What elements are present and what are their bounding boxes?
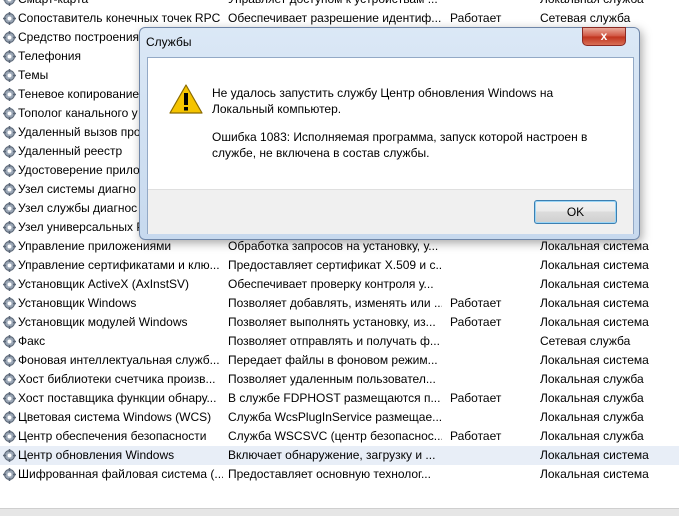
service-name: Установщик модулей Windows [18,313,223,332]
service-row[interactable]: Смарт-карта Управляет доступом к устройст… [0,0,679,9]
service-logon: Локальная служба [540,370,679,389]
service-row[interactable]: Центр обновления Windows Включает обнаруж… [0,446,679,465]
service-logon: Локальная система [540,446,679,465]
gear-icon [3,240,16,253]
service-logon: Локальная система [540,313,679,332]
error-message: Не удалось запустить службу Центр обновл… [212,85,612,117]
service-name: Центр обеспечения безопасности [18,427,223,446]
error-dialog: Службы x Не удалось запустить службу Цен… [139,27,640,240]
service-name: Центр обновления Windows [18,446,223,465]
service-description: Предоставляет основную технолог... [228,465,442,484]
service-description: Включает обнаружение, загрузку и ... [228,446,442,465]
service-logon: Локальная система [540,256,679,275]
service-description: Передает файлы в фоновом режим... [228,351,442,370]
gear-icon [3,31,16,44]
service-logon: Локальная система [540,294,679,313]
message-area: Не удалось запустить службу Центр обновл… [148,58,633,189]
ok-button[interactable]: OK [534,200,617,224]
service-logon: Локальная система [540,351,679,370]
service-row[interactable]: Факс Позволяет отправлять и получать ф...… [0,332,679,351]
service-description: Позволяет выполнять установку, из... [228,313,442,332]
service-row[interactable]: Установщик модулей Windows Позволяет выпо… [0,313,679,332]
gear-icon [3,183,16,196]
service-row[interactable]: Шифрованная файловая система (... Предост… [0,465,679,484]
service-status: Работает [450,294,532,313]
service-status: Работает [450,389,532,408]
gear-icon [3,468,16,481]
service-row[interactable]: Управление сертификатами и клю... Предост… [0,256,679,275]
gear-icon [3,354,16,367]
service-row[interactable]: Цветовая система Windows (WCS) Служба Wcs… [0,408,679,427]
service-row[interactable]: Установщик ActiveX (AxInstSV) Обеспечивае… [0,275,679,294]
service-logon: Сетевая служба [540,9,679,28]
gear-icon [3,107,16,120]
service-name: Хост поставщика функции обнару... [18,389,223,408]
gear-icon [3,145,16,158]
service-description: Позволяет добавлять, изменять или ... [228,294,442,313]
gear-icon [3,202,16,215]
service-logon: Локальная система [540,465,679,484]
service-description: В службе FDPHOST размещаются п... [228,389,442,408]
service-name: Установщик Windows [18,294,223,313]
service-row[interactable]: Центр обеспечения безопасности Служба WSC… [0,427,679,446]
service-description: Обеспечивает разрешение идентиф... [228,9,442,28]
service-description: Позволяет отправлять и получать ф... [228,332,442,351]
gear-icon [3,316,16,329]
service-description: Служба WcsPlugInService размещае... [228,408,442,427]
service-description: Управляет доступом к устройствам ... [228,0,442,9]
service-row[interactable]: Хост библиотеки счетчика произв... Позвол… [0,370,679,389]
service-status: Работает [450,9,532,28]
dialog-title: Службы [146,35,191,49]
gear-icon [3,0,16,6]
gear-icon [3,278,16,291]
close-button[interactable]: x [582,27,626,46]
gear-icon [3,430,16,443]
service-name: Управление сертификатами и клю... [18,256,223,275]
gear-icon [3,12,16,25]
service-name: Фоновая интеллектуальная служб... [18,351,223,370]
service-name: Сопоставитель конечных точек RPC [18,9,223,28]
service-name: Цветовая система Windows (WCS) [18,408,223,427]
gear-icon [3,373,16,386]
service-name: Смарт-карта [18,0,223,9]
gear-icon [3,297,16,310]
gear-icon [3,126,16,139]
gear-icon [3,449,16,462]
service-name: Шифрованная файловая система (... [18,465,223,484]
gear-icon [3,69,16,82]
service-logon: Локальная служба [540,389,679,408]
service-status: Работает [450,427,532,446]
service-name: Факс [18,332,223,351]
service-description: Служба WSCSVC (центр безопаснос... [228,427,442,446]
service-row[interactable]: Установщик Windows Позволяет добавлять, и… [0,294,679,313]
service-logon: Локальная служба [540,408,679,427]
gear-icon [3,392,16,405]
service-description: Позволяет удаленным пользовател... [228,370,442,389]
gear-icon [3,88,16,101]
dialog-body: Не удалось запустить службу Центр обновл… [147,57,634,234]
service-row[interactable]: Хост поставщика функции обнару... В служб… [0,389,679,408]
gear-icon [3,335,16,348]
service-status: Работает [450,313,532,332]
warning-icon [169,84,203,114]
service-name: Установщик ActiveX (AxInstSV) [18,275,223,294]
service-row[interactable]: Сопоставитель конечных точек RPC Обеспечи… [0,9,679,28]
gear-icon [3,164,16,177]
service-logon: Локальная служба [540,427,679,446]
button-area: OK [148,189,633,234]
service-logon: Локальная система [540,275,679,294]
service-row[interactable]: Фоновая интеллектуальная служб... Передае… [0,351,679,370]
service-description: Обеспечивает проверку контроля у... [228,275,442,294]
gear-icon [3,411,16,424]
service-logon: Локальная служба [540,0,679,9]
error-detail: Ошибка 1083: Исполняемая программа, запу… [212,129,612,161]
service-name: Хост библиотеки счетчика произв... [18,370,223,389]
service-description: Предоставляет сертификат X.509 и с... [228,256,442,275]
service-logon: Сетевая служба [540,332,679,351]
gear-icon [3,50,16,63]
gear-icon [3,221,16,234]
gear-icon [3,259,16,272]
